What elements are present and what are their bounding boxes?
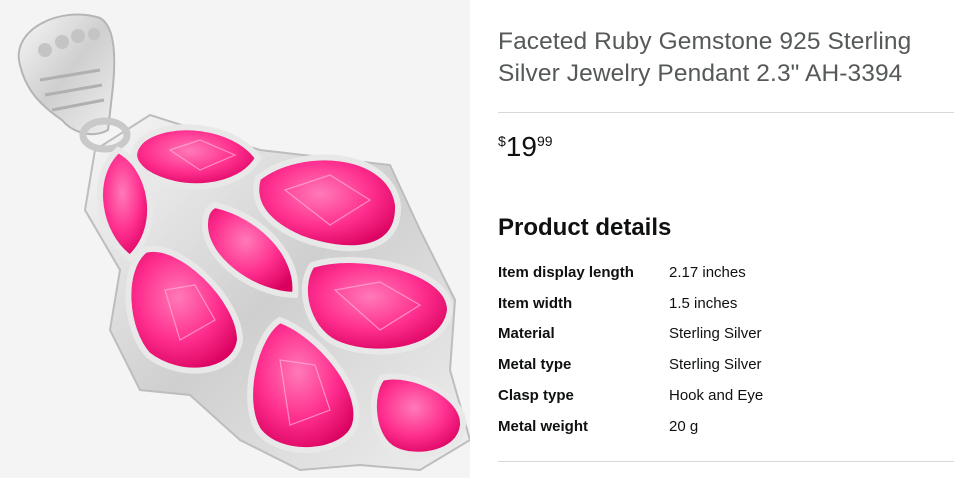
details-value: Sterling Silver (669, 325, 762, 343)
product-image[interactable] (0, 0, 470, 478)
details-value: 2.17 inches (669, 263, 746, 281)
details-value: Sterling Silver (669, 356, 762, 374)
details-value: 20 g (669, 417, 699, 435)
product-info: Faceted Ruby Gemstone 925 Sterling Silve… (498, 0, 954, 462)
product-page: Faceted Ruby Gemstone 925 Sterling Silve… (0, 0, 964, 495)
details-value: 1.5 inches (669, 294, 738, 312)
details-label: Material (498, 325, 555, 343)
product-details-table: Item display length 2.17 inches Item wid… (498, 257, 763, 442)
details-label: Clasp type (498, 387, 574, 405)
details-label: Item width (498, 294, 573, 312)
price-whole: 19 (505, 131, 537, 162)
details-row: Metal weight 20 g (498, 411, 763, 442)
details-row: Clasp type Hook and Eye (498, 380, 763, 411)
price-symbol: $ (498, 133, 506, 149)
details-row: Material Sterling Silver (498, 319, 763, 350)
product-price: $ 19 99 (498, 131, 954, 165)
gemstones (97, 124, 466, 458)
details-label: Item display length (498, 263, 634, 281)
details-label: Metal type (498, 356, 572, 374)
details-label: Metal weight (498, 417, 589, 435)
details-row: Item display length 2.17 inches (498, 257, 763, 288)
details-value: Hook and Eye (669, 387, 764, 405)
product-title[interactable]: Faceted Ruby Gemstone 925 Sterling Silve… (498, 26, 954, 90)
details-row: Item width 1.5 inches (498, 288, 763, 319)
product-details-heading: Product details (498, 214, 672, 241)
divider (498, 460, 954, 462)
pendant-bail (17, 13, 131, 153)
price-fraction: 99 (536, 133, 553, 149)
divider (498, 112, 954, 113)
details-row: Metal type Sterling Silver (498, 349, 763, 380)
